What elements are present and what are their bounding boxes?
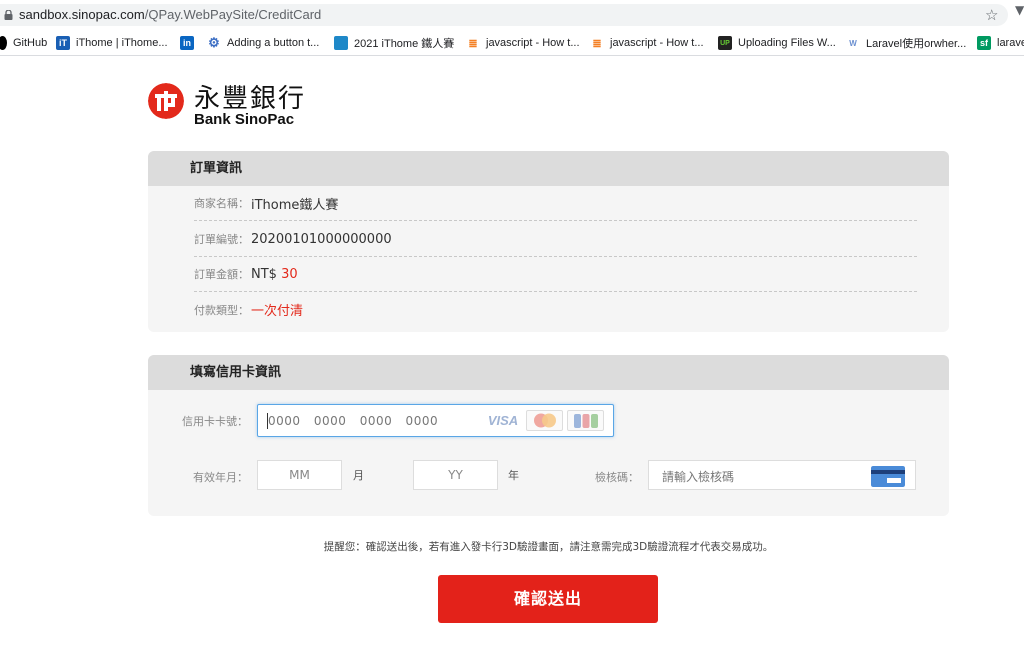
jcb-bars-icon — [573, 413, 598, 428]
upload-icon: UP — [718, 36, 732, 50]
amount-currency: NT$ — [251, 266, 282, 282]
site-icon: W — [849, 38, 857, 48]
bookmark-ithome[interactable]: iT iThome | iThome... — [56, 35, 168, 51]
month-unit: 月 — [353, 469, 364, 482]
cvv-placeholder: 請輸入檢核碼 — [662, 470, 735, 484]
visa-icon: VISA — [487, 413, 519, 428]
merchant-value: iThome鐵人賽 — [251, 197, 339, 213]
bookmark-github[interactable]: GitHub — [0, 35, 47, 51]
url-text: sandbox.sinopac.com/QPay.WebPaySite/Cred… — [19, 7, 322, 22]
card-number-label: 信用卡卡號： — [182, 415, 248, 428]
order-number-value: 20200101000000000 — [251, 231, 392, 247]
bookmark-uploading-files[interactable]: UP Uploading Files W... — [718, 35, 836, 51]
payment-type-label: 付款類型： — [194, 303, 249, 317]
order-number-label: 訂單編號： — [194, 233, 249, 246]
ithome-icon: iT — [56, 36, 70, 50]
card-brand-logos: VISA — [484, 410, 604, 431]
bookmark-adding-button[interactable]: ⚙ Adding a button t... — [207, 35, 319, 51]
cvv-input[interactable]: 請輸入檢核碼 — [648, 460, 916, 490]
order-row-payment-type: 付款類型： 一次付清 — [194, 292, 917, 327]
stackoverflow-icon: ≣ — [592, 37, 602, 50]
browser-url-bar: sandbox.sinopac.com/QPay.WebPaySite/Cred… — [0, 0, 1024, 30]
order-info-title: 訂單資訊 — [148, 151, 949, 186]
github-icon — [0, 36, 7, 50]
payment-type-value: 一次付清 — [251, 304, 304, 319]
bookmark-linkedin[interactable]: in — [180, 35, 200, 51]
bookmark-laravel[interactable]: W Laravel使用orwher... — [846, 35, 966, 51]
card-back-icon — [871, 466, 905, 487]
order-info-panel: 訂單資訊 商家名稱： iThome鐵人賽 訂單編號： 2020010100000… — [148, 151, 949, 332]
merchant-label: 商家名稱： — [194, 197, 249, 210]
card-number-placeholder: 0000 0000 0000 0000 — [268, 414, 439, 428]
extension-icon[interactable]: ▼ — [1015, 3, 1024, 17]
segmentfault-icon: sf — [977, 36, 991, 50]
bookmark-ithome-ironman[interactable]: 2021 iThome 鐵人賽 — [334, 35, 454, 51]
cvv-label: 檢核碼： — [595, 471, 639, 484]
amount-label: 訂單金額： — [194, 268, 249, 281]
gear-icon: ⚙ — [208, 35, 220, 50]
order-row-number: 訂單編號： 20200101000000000 — [194, 222, 917, 257]
lock-icon — [4, 10, 13, 20]
card-number-input[interactable]: 0000 0000 0000 0000 VISA — [257, 404, 614, 437]
expiry-month-input[interactable]: MM — [257, 460, 342, 490]
amount-value: 30 — [281, 266, 298, 282]
stackoverflow-icon: ≣ — [468, 37, 478, 50]
expiry-year-input[interactable]: YY — [413, 460, 498, 490]
bookmark-star-icon[interactable]: ☆ — [985, 6, 998, 24]
bookmarks-bar: GitHub iT iThome | iThome... in ⚙ Adding… — [0, 30, 1024, 56]
sinopac-logo-icon — [148, 83, 184, 119]
card-info-panel: 填寫信用卡資訊 信用卡卡號： 0000 0000 0000 0000 VISA — [148, 355, 949, 516]
order-row-merchant: 商家名稱： iThome鐵人賽 — [194, 186, 917, 221]
mastercard-icon — [526, 410, 563, 431]
expiry-label: 有效年月： — [193, 471, 248, 484]
jcb-icon — [567, 410, 604, 431]
confirm-submit-button[interactable]: 確認送出 — [438, 575, 658, 623]
address-field[interactable]: sandbox.sinopac.com/QPay.WebPaySite/Cred… — [0, 4, 1008, 26]
bank-name-english: Bank SinoPac — [194, 111, 295, 128]
linkedin-icon: in — [180, 36, 194, 50]
bookmark-segmentfault[interactable]: sf larave — [977, 35, 1024, 51]
card-info-title: 填寫信用卡資訊 — [148, 355, 949, 390]
bookmark-javascript-1[interactable]: ≣ javascript - How t... — [466, 35, 579, 51]
ithome-ironman-icon — [334, 36, 348, 50]
year-unit: 年 — [508, 469, 519, 482]
bank-name-chinese: 永豐銀行 — [194, 84, 307, 114]
mastercard-circles-icon — [533, 413, 556, 428]
3d-verification-notice: 提醒您：確認送出後，若有進入發卡行3D驗證畫面，請注意需完成3D驗證流程才代表交… — [323, 541, 774, 553]
bookmark-javascript-2[interactable]: ≣ javascript - How t... — [590, 35, 703, 51]
order-row-amount: 訂單金額： NT$ 30 — [194, 257, 917, 292]
